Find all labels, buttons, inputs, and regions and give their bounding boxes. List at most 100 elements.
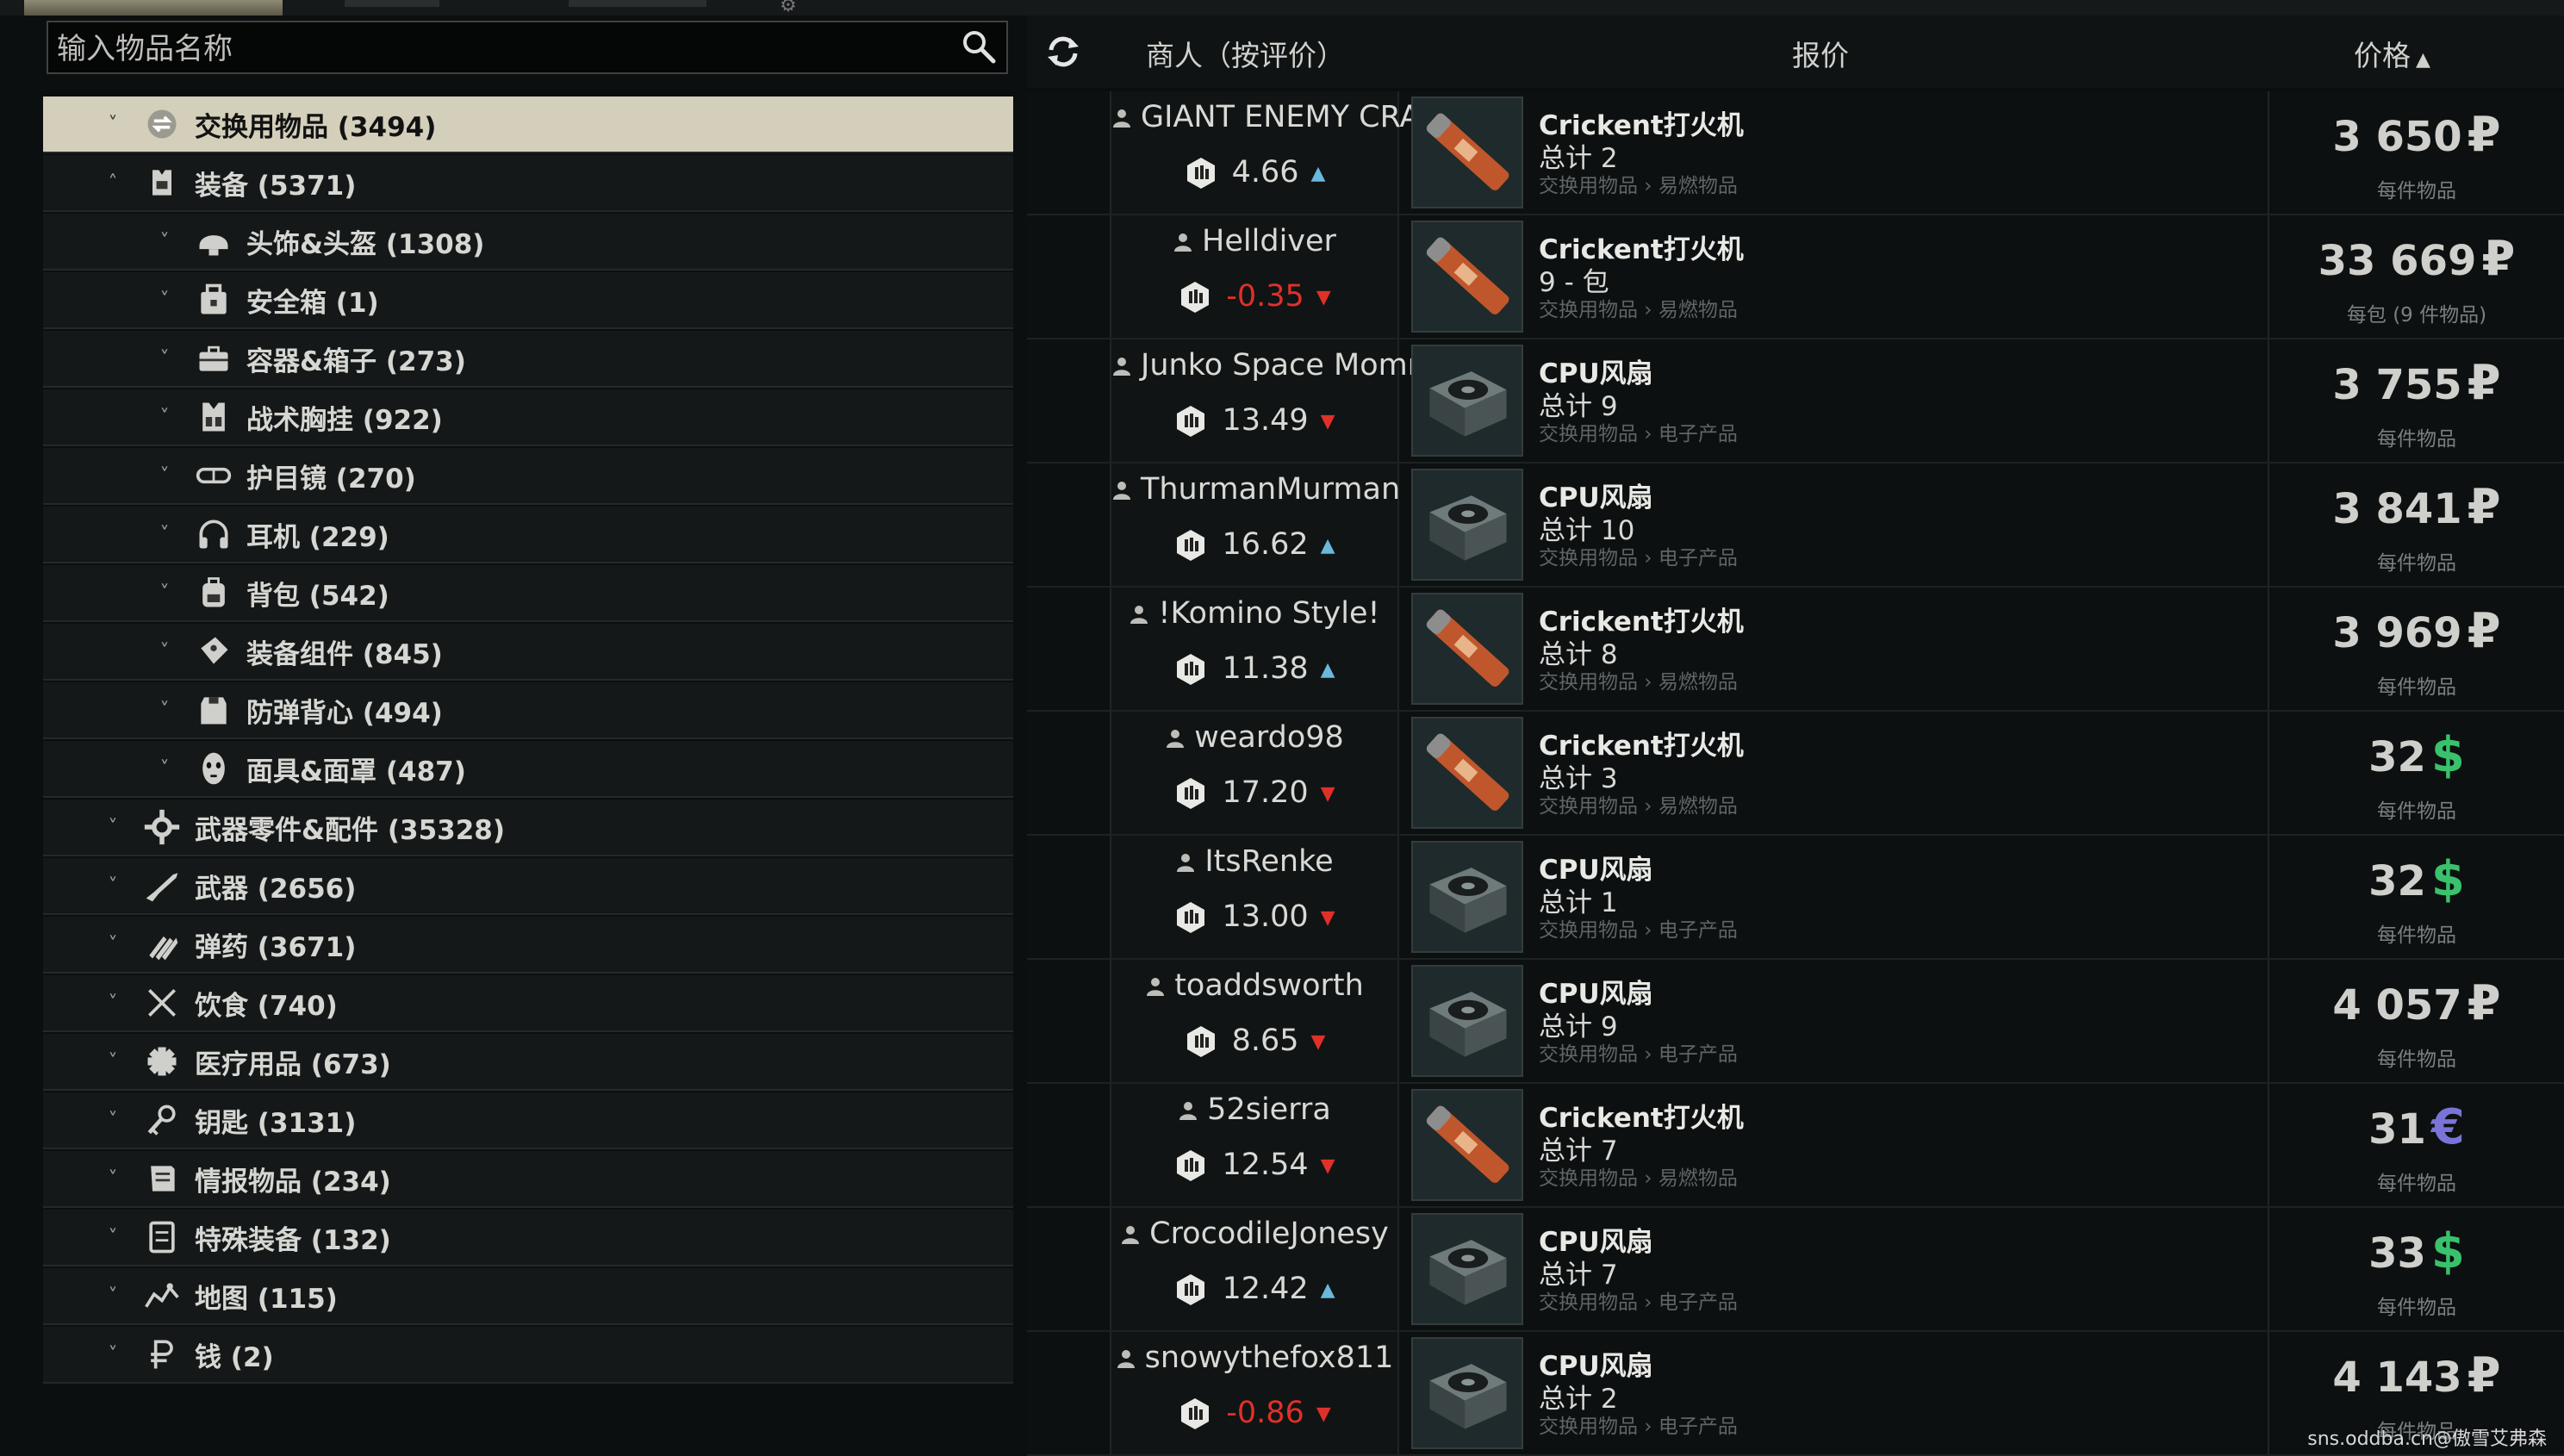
offer-row[interactable]: Helldiver -0.35 ▼ Crickent打火机 9 - 包 交换用物品… [1027, 215, 2564, 339]
price-cell[interactable]: 33 669 ₽ 每包 (9 件物品) [2268, 215, 2564, 338]
seller-name[interactable]: 52sierra [1207, 1092, 1331, 1127]
cpu-fan-thumb[interactable] [1411, 965, 1523, 1077]
chevron-down-icon[interactable]: ˅ [100, 1107, 126, 1133]
chevron-down-icon[interactable]: ˅ [100, 1283, 126, 1309]
category-item[interactable]: ˅ 战术胸挂 (922) [43, 389, 1013, 446]
merchant-column-header[interactable]: 商人（按评价） [1146, 33, 1345, 74]
price-cell[interactable]: 33 $ 每件物品 [2268, 1208, 2564, 1330]
seller-name[interactable]: ThurmanMurman [1141, 472, 1400, 507]
price-cell[interactable]: 31 € 每件物品 [2268, 1084, 2564, 1206]
cpu-fan-thumb[interactable] [1411, 1337, 1523, 1449]
seller-name[interactable]: Junko Space Mommy [1141, 348, 1455, 383]
offer-row[interactable]: ItsRenke 13.00 ▼ CPU风扇 总计 1 交换用物品 › 电子产品 … [1027, 836, 2564, 960]
seller-name[interactable]: weardo98 [1194, 720, 1344, 755]
category-label: 装备 (5371) [195, 170, 357, 202]
seller-cell: snowythefox811 -0.86 ▼ [1110, 1332, 1399, 1454]
seller-name[interactable]: GIANT ENEMY CRAB [1141, 100, 1441, 134]
seller-name[interactable]: snowythefox811 [1145, 1341, 1394, 1375]
top-tab[interactable] [345, 0, 439, 7]
category-item[interactable]: ˅ 头饰&头盔 (1308) [43, 214, 1013, 271]
category-item[interactable]: ˅ 武器 (2656) [43, 858, 1013, 915]
lighter-thumb[interactable] [1411, 221, 1523, 333]
chevron-down-icon[interactable]: ˅ [100, 1166, 126, 1192]
chevron-down-icon[interactable]: ˅ [152, 521, 177, 547]
category-item[interactable]: ˅ 耳机 (229) [43, 507, 1013, 563]
seller-cell: CrocodileJonesy 12.42 ▲ [1110, 1208, 1399, 1330]
offer-row[interactable]: GIANT ENEMY CRAB 4.66 ▲ Crickent打火机 总计 2 … [1027, 91, 2564, 215]
offer-row[interactable]: ThurmanMurman 16.62 ▲ CPU风扇 总计 10 交换用物品 ›… [1027, 464, 2564, 588]
chevron-down-icon[interactable]: ˅ [152, 228, 177, 254]
settings-gear-icon[interactable]: ⚙ [780, 0, 797, 16]
seller-name[interactable]: ItsRenke [1204, 844, 1333, 879]
lighter-thumb[interactable] [1411, 717, 1523, 829]
category-item[interactable]: ˅ 弹药 (3671) [43, 917, 1013, 974]
price-cell[interactable]: 32 $ 每件物品 [2268, 712, 2564, 834]
category-item[interactable]: ˅ 情报物品 (234) [43, 1151, 1013, 1208]
category-item[interactable]: ˅ 装备组件 (845) [43, 624, 1013, 681]
chevron-down-icon[interactable]: ˅ [100, 873, 126, 899]
category-item[interactable]: ˅ 特殊装备 (132) [43, 1210, 1013, 1266]
price-cell[interactable]: 4 057 ₽ 每件物品 [2268, 960, 2564, 1082]
category-item[interactable]: ˅ 背包 (542) [43, 565, 1013, 622]
category-item[interactable]: ˅ 交换用物品 (3494) [43, 96, 1013, 153]
offer-row[interactable]: toaddsworth 8.65 ▼ CPU风扇 总计 9 交换用物品 › 电子产… [1027, 960, 2564, 1084]
price-cell[interactable]: 3 650 ₽ 每件物品 [2268, 91, 2564, 214]
offer-row[interactable]: Junko Space Mommy 13.49 ▼ CPU风扇 总计 9 交换用物… [1027, 339, 2564, 464]
category-item[interactable]: ˅ 钱 (2) [43, 1327, 1013, 1384]
category-item[interactable]: ˅ 武器零件&配件 (35328) [43, 800, 1013, 856]
cpu-fan-thumb[interactable] [1411, 841, 1523, 953]
price-column-header[interactable]: 价格 ▲ [2354, 33, 2430, 74]
chevron-down-icon[interactable]: ˅ [100, 1048, 126, 1074]
chevron-down-icon[interactable]: ˅ [100, 814, 126, 840]
chevron-up-icon[interactable]: ˄ [100, 170, 126, 196]
lighter-thumb[interactable] [1411, 593, 1523, 705]
lighter-thumb[interactable] [1411, 1089, 1523, 1201]
offers-panel: 商人（按评价） 报价 价格 ▲ GIANT ENEMY CRAB 4.66 ▲ Cr… [1027, 16, 2564, 1456]
chevron-down-icon[interactable]: ˅ [100, 931, 126, 957]
chevron-down-icon[interactable]: ˅ [100, 1341, 126, 1367]
chevron-down-icon[interactable]: ˅ [152, 287, 177, 313]
category-item[interactable]: ˅ 面具&面罩 (487) [43, 741, 1013, 798]
category-item[interactable]: ˅ 钥匙 (3131) [43, 1092, 1013, 1149]
category-item[interactable]: ˅ 容器&箱子 (273) [43, 331, 1013, 388]
chevron-down-icon[interactable]: ˅ [100, 1224, 126, 1250]
active-top-tab[interactable] [24, 0, 283, 16]
seller-name[interactable]: toaddsworth [1174, 968, 1364, 1003]
category-item[interactable]: ˄ 装备 (5371) [43, 155, 1013, 212]
cpu-fan-thumb[interactable] [1411, 345, 1523, 457]
seller-name[interactable]: Helldiver [1202, 224, 1336, 258]
seller-name[interactable]: !Komino Style! [1158, 596, 1379, 631]
cpu-fan-thumb[interactable] [1411, 469, 1523, 581]
category-item[interactable]: ˅ 医疗用品 (673) [43, 1034, 1013, 1091]
offer-row[interactable]: !Komino Style! 11.38 ▲ Crickent打火机 总计 8 交… [1027, 588, 2564, 712]
offer-row[interactable]: 52sierra 12.54 ▼ Crickent打火机 总计 7 交换用物品 ›… [1027, 1084, 2564, 1208]
seller-name[interactable]: CrocodileJonesy [1149, 1216, 1389, 1251]
category-item[interactable]: ˅ 地图 (115) [43, 1268, 1013, 1325]
price-cell[interactable]: 32 $ 每件物品 [2268, 836, 2564, 958]
chevron-down-icon[interactable]: ˅ [152, 756, 177, 781]
price-value: 4 143 [2332, 1353, 2462, 1402]
category-item[interactable]: ˅ 饮食 (740) [43, 975, 1013, 1032]
cpu-fan-thumb[interactable] [1411, 1213, 1523, 1325]
search-icon[interactable] [960, 28, 998, 65]
chevron-down-icon[interactable]: ˅ [152, 638, 177, 664]
chevron-down-icon[interactable]: ˅ [152, 697, 177, 723]
price-cell[interactable]: 3 755 ₽ 每件物品 [2268, 339, 2564, 462]
chevron-down-icon[interactable]: ˅ [152, 345, 177, 371]
category-item[interactable]: ˅ 护目镜 (270) [43, 448, 1013, 505]
offer-row[interactable]: weardo98 17.20 ▼ Crickent打火机 总计 3 交换用物品 ›… [1027, 712, 2564, 836]
category-item[interactable]: ˅ 安全箱 (1) [43, 272, 1013, 329]
price-cell[interactable]: 3 969 ₽ 每件物品 [2268, 588, 2564, 710]
chevron-down-icon[interactable]: ˅ [152, 404, 177, 430]
chevron-down-icon[interactable]: ˅ [100, 990, 126, 1016]
chevron-down-icon[interactable]: ˅ [100, 111, 126, 137]
price-cell[interactable]: 3 841 ₽ 每件物品 [2268, 464, 2564, 586]
top-tab[interactable] [569, 0, 706, 7]
category-item[interactable]: ˅ 防弹背心 (494) [43, 682, 1013, 739]
item-search-input[interactable] [55, 29, 937, 69]
refresh-icon[interactable] [1044, 33, 1082, 71]
lighter-thumb[interactable] [1411, 96, 1523, 208]
chevron-down-icon[interactable]: ˅ [152, 580, 177, 606]
chevron-down-icon[interactable]: ˅ [152, 463, 177, 488]
offer-row[interactable]: CrocodileJonesy 12.42 ▲ CPU风扇 总计 7 交换用物品 … [1027, 1208, 2564, 1332]
